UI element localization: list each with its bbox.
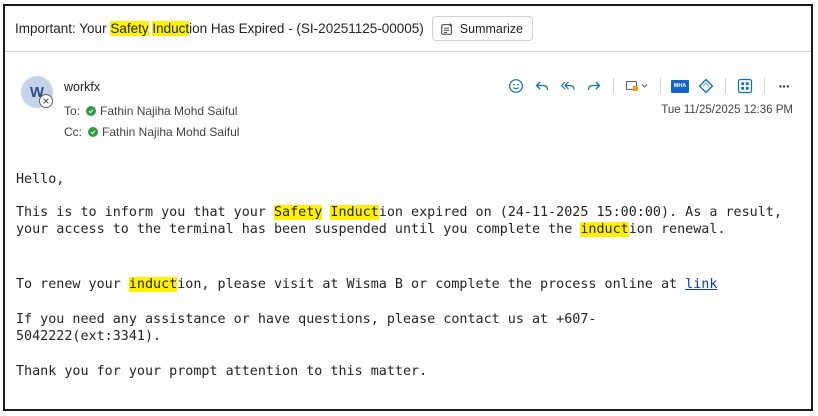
- reply-all-icon[interactable]: [555, 76, 581, 96]
- body-paragraph-thanks: Thank you for your prompt attention to t…: [16, 364, 428, 379]
- subject-suffix: ion Has Expired - (SI-20251125-00005): [189, 21, 424, 36]
- subject-highlight-induct: Induct: [152, 21, 190, 36]
- renewal-link[interactable]: link: [685, 277, 717, 292]
- body-text: ion renewal.: [628, 222, 726, 237]
- mha-label: MHA: [671, 79, 689, 93]
- more-label: ···: [778, 78, 791, 94]
- to-recipient[interactable]: Fathin Najiha Mohd Saiful: [100, 104, 237, 118]
- more-icon[interactable]: ···: [771, 76, 797, 96]
- toolbar-divider: [764, 78, 765, 94]
- subject-highlight-safety: Safety: [110, 21, 149, 36]
- diamond-icon[interactable]: [693, 76, 719, 96]
- email-reading-pane: Important: Your Safety Induction Has Exp…: [3, 4, 813, 411]
- body-paragraph-expiry: This is to inform you that your Safety I…: [16, 204, 806, 238]
- toolbar-divider: [660, 78, 661, 94]
- toolbar-divider: [725, 78, 726, 94]
- sender-name[interactable]: workfx: [64, 80, 100, 94]
- subject-bar: Important: Your Safety Induction Has Exp…: [5, 6, 811, 52]
- mha-icon[interactable]: MHA: [667, 76, 693, 96]
- body-highlight: Safety: [273, 205, 323, 220]
- message-toolbar: MHA ···: [503, 76, 797, 96]
- presence-available-icon: [86, 106, 97, 116]
- received-date: Tue 11/25/2025 12:36 PM: [661, 104, 793, 116]
- email-subject: Important: Your Safety Induction Has Exp…: [15, 21, 424, 36]
- toolbar-divider: [613, 78, 614, 94]
- emoji-icon[interactable]: [503, 76, 529, 96]
- tags-icon[interactable]: [620, 76, 654, 96]
- presence-available-icon: [88, 127, 98, 137]
- to-line: To: Fathin Najiha Mohd Saiful: [64, 104, 237, 118]
- cc-line: Cc: Fathin Najiha Mohd Saiful: [64, 125, 239, 139]
- subject-prefix: Important: Your: [15, 21, 111, 36]
- body-paragraph-contact: If you need any assistance or have quest…: [16, 312, 597, 344]
- reply-icon[interactable]: [529, 76, 555, 96]
- body-highlight: induct: [580, 222, 629, 237]
- body-greeting: Hello,: [16, 172, 65, 187]
- body-text: This is to inform you that your: [16, 205, 274, 220]
- body-text: ion, please visit at Wisma B or complete…: [177, 277, 686, 292]
- message-header: W workfx To: Fathin Najiha Mohd Saiful C…: [5, 52, 811, 152]
- body-highlight: induct: [128, 277, 178, 292]
- summarize-label: Summarize: [459, 21, 523, 36]
- summarize-button[interactable]: Summarize: [431, 16, 533, 41]
- body-highlight: Induct: [330, 205, 379, 220]
- summarize-icon: [441, 22, 453, 35]
- presence-unknown-icon: [39, 94, 53, 108]
- to-label: To:: [64, 104, 81, 118]
- apps-icon[interactable]: [732, 76, 758, 96]
- cc-label: Cc:: [64, 125, 82, 139]
- forward-icon[interactable]: [581, 76, 607, 96]
- body-paragraph-renew: To renew your induction, please visit at…: [16, 276, 717, 293]
- body-text: To renew your: [16, 277, 129, 292]
- cc-recipient[interactable]: Fathin Najiha Mohd Saiful: [102, 125, 239, 139]
